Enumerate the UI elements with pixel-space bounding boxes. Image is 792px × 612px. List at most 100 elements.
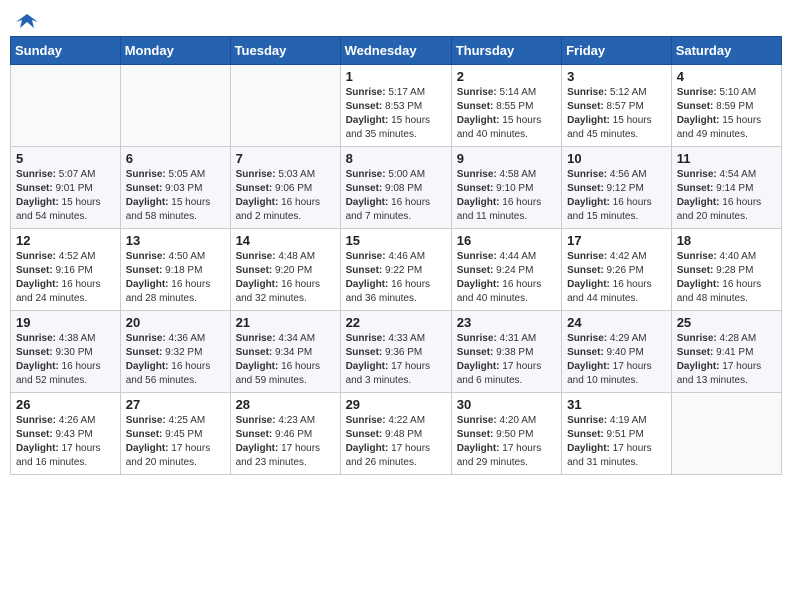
day-cell-11: 11 Sunrise: 4:54 AMSunset: 9:14 PMDayligh… xyxy=(671,147,781,229)
day-info: Sunrise: 4:20 AMSunset: 9:50 PMDaylight:… xyxy=(457,414,556,470)
day-info: Sunrise: 4:46 AMSunset: 9:22 PMDaylight:… xyxy=(346,250,446,306)
day-number: 4 xyxy=(677,69,776,84)
day-cell-31: 31Sunrise: 4:19 AMSunset: 9:51 PMDayligh… xyxy=(562,393,672,475)
day-cell-5: 5 Sunrise: 5:07 AMSunset: 9:01 PMDaylight… xyxy=(11,147,121,229)
day-cell-6: 6Sunrise: 5:05 AMSunset: 9:03 PMDaylight… xyxy=(120,147,230,229)
day-cell-25: 25 Sunrise: 4:28 AMSunset: 9:41 PMDayligh… xyxy=(671,311,781,393)
day-number: 31 xyxy=(567,397,666,412)
day-info: Sunrise: 4:33 AMSunset: 9:36 PMDaylight:… xyxy=(346,332,446,388)
day-cell-23: 23 Sunrise: 4:31 AMSunset: 9:38 PMDayligh… xyxy=(451,311,561,393)
day-number: 28 xyxy=(236,397,335,412)
weekday-header-tuesday: Tuesday xyxy=(230,37,340,65)
day-cell-8: 8 Sunrise: 5:00 AMSunset: 9:08 PMDaylight… xyxy=(340,147,451,229)
day-cell-22: 22Sunrise: 4:33 AMSunset: 9:36 PMDayligh… xyxy=(340,311,451,393)
day-cell-19: 19 Sunrise: 4:38 AMSunset: 9:30 PMDayligh… xyxy=(11,311,121,393)
day-info: Sunrise: 4:23 AMSunset: 9:46 PMDaylight:… xyxy=(236,414,335,470)
day-info: Sunrise: 4:29 AMSunset: 9:40 PMDaylight:… xyxy=(567,332,666,388)
empty-cell xyxy=(11,65,121,147)
logo-bird-icon xyxy=(16,10,38,32)
day-cell-13: 13 Sunrise: 4:50 AMSunset: 9:18 PMDayligh… xyxy=(120,229,230,311)
day-info: Sunrise: 4:26 AMSunset: 9:43 PMDaylight:… xyxy=(16,414,115,470)
weekday-header-sunday: Sunday xyxy=(11,37,121,65)
day-cell-2: 2 Sunrise: 5:14 AMSunset: 8:55 PMDaylight… xyxy=(451,65,561,147)
day-info: Sunrise: 4:50 AMSunset: 9:18 PMDaylight:… xyxy=(126,250,225,306)
day-info: Sunrise: 4:54 AMSunset: 9:14 PMDaylight:… xyxy=(677,168,776,224)
day-number: 2 xyxy=(457,69,556,84)
day-cell-21: 21 Sunrise: 4:34 AMSunset: 9:34 PMDayligh… xyxy=(230,311,340,393)
day-number: 3 xyxy=(567,69,666,84)
day-info: Sunrise: 4:44 AMSunset: 9:24 PMDaylight:… xyxy=(457,250,556,306)
weekday-header-thursday: Thursday xyxy=(451,37,561,65)
day-info: Sunrise: 5:07 AMSunset: 9:01 PMDaylight:… xyxy=(16,168,115,224)
day-number: 20 xyxy=(126,315,225,330)
day-info: Sunrise: 5:10 AMSunset: 8:59 PMDaylight:… xyxy=(677,86,776,142)
weekday-header-saturday: Saturday xyxy=(671,37,781,65)
day-number: 26 xyxy=(16,397,115,412)
week-row-1: 1 Sunrise: 5:17 AMSunset: 8:53 PMDaylight… xyxy=(11,65,782,147)
day-cell-20: 20 Sunrise: 4:36 AMSunset: 9:32 PMDayligh… xyxy=(120,311,230,393)
day-cell-17: 17 Sunrise: 4:42 AMSunset: 9:26 PMDayligh… xyxy=(562,229,672,311)
empty-cell xyxy=(671,393,781,475)
day-cell-9: 9 Sunrise: 4:58 AMSunset: 9:10 PMDaylight… xyxy=(451,147,561,229)
day-number: 18 xyxy=(677,233,776,248)
day-cell-10: 10 Sunrise: 4:56 AMSunset: 9:12 PMDayligh… xyxy=(562,147,672,229)
weekday-header-monday: Monday xyxy=(120,37,230,65)
day-number: 17 xyxy=(567,233,666,248)
day-cell-26: 26 Sunrise: 4:26 AMSunset: 9:43 PMDayligh… xyxy=(11,393,121,475)
day-number: 15 xyxy=(346,233,446,248)
day-number: 25 xyxy=(677,315,776,330)
day-info: Sunrise: 5:00 AMSunset: 9:08 PMDaylight:… xyxy=(346,168,446,224)
day-info: Sunrise: 4:28 AMSunset: 9:41 PMDaylight:… xyxy=(677,332,776,388)
day-number: 13 xyxy=(126,233,225,248)
day-cell-16: 16Sunrise: 4:44 AMSunset: 9:24 PMDayligh… xyxy=(451,229,561,311)
day-number: 23 xyxy=(457,315,556,330)
empty-cell xyxy=(230,65,340,147)
day-number: 29 xyxy=(346,397,446,412)
day-cell-15: 15 Sunrise: 4:46 AMSunset: 9:22 PMDayligh… xyxy=(340,229,451,311)
day-info: Sunrise: 4:58 AMSunset: 9:10 PMDaylight:… xyxy=(457,168,556,224)
day-cell-18: 18 Sunrise: 4:40 AMSunset: 9:28 PMDayligh… xyxy=(671,229,781,311)
day-number: 14 xyxy=(236,233,335,248)
day-number: 7 xyxy=(236,151,335,166)
day-number: 27 xyxy=(126,397,225,412)
day-number: 5 xyxy=(16,151,115,166)
day-info: Sunrise: 5:14 AMSunset: 8:55 PMDaylight:… xyxy=(457,86,556,142)
day-number: 11 xyxy=(677,151,776,166)
weekday-header-wednesday: Wednesday xyxy=(340,37,451,65)
calendar-table: SundayMondayTuesdayWednesdayThursdayFrid… xyxy=(10,36,782,475)
day-info: Sunrise: 5:12 AMSunset: 8:57 PMDaylight:… xyxy=(567,86,666,142)
week-row-3: 12Sunrise: 4:52 AMSunset: 9:16 PMDayligh… xyxy=(11,229,782,311)
day-number: 21 xyxy=(236,315,335,330)
day-info: Sunrise: 4:31 AMSunset: 9:38 PMDaylight:… xyxy=(457,332,556,388)
week-row-5: 26 Sunrise: 4:26 AMSunset: 9:43 PMDayligh… xyxy=(11,393,782,475)
day-number: 30 xyxy=(457,397,556,412)
day-number: 10 xyxy=(567,151,666,166)
week-row-2: 5 Sunrise: 5:07 AMSunset: 9:01 PMDaylight… xyxy=(11,147,782,229)
day-cell-27: 27Sunrise: 4:25 AMSunset: 9:45 PMDayligh… xyxy=(120,393,230,475)
day-cell-4: 4 Sunrise: 5:10 AMSunset: 8:59 PMDaylight… xyxy=(671,65,781,147)
day-cell-3: 3 Sunrise: 5:12 AMSunset: 8:57 PMDaylight… xyxy=(562,65,672,147)
day-number: 9 xyxy=(457,151,556,166)
weekday-header-friday: Friday xyxy=(562,37,672,65)
day-info: Sunrise: 4:48 AMSunset: 9:20 PMDaylight:… xyxy=(236,250,335,306)
day-number: 19 xyxy=(16,315,115,330)
day-info: Sunrise: 5:17 AMSunset: 8:53 PMDaylight:… xyxy=(346,86,446,142)
day-info: Sunrise: 4:34 AMSunset: 9:34 PMDaylight:… xyxy=(236,332,335,388)
day-cell-24: 24 Sunrise: 4:29 AMSunset: 9:40 PMDayligh… xyxy=(562,311,672,393)
day-info: Sunrise: 4:22 AMSunset: 9:48 PMDaylight:… xyxy=(346,414,446,470)
day-cell-14: 14 Sunrise: 4:48 AMSunset: 9:20 PMDayligh… xyxy=(230,229,340,311)
empty-cell xyxy=(120,65,230,147)
day-info: Sunrise: 4:36 AMSunset: 9:32 PMDaylight:… xyxy=(126,332,225,388)
day-info: Sunrise: 5:03 AMSunset: 9:06 PMDaylight:… xyxy=(236,168,335,224)
day-number: 24 xyxy=(567,315,666,330)
weekday-header-row: SundayMondayTuesdayWednesdayThursdayFrid… xyxy=(11,37,782,65)
day-cell-1: 1 Sunrise: 5:17 AMSunset: 8:53 PMDaylight… xyxy=(340,65,451,147)
day-info: Sunrise: 4:42 AMSunset: 9:26 PMDaylight:… xyxy=(567,250,666,306)
day-info: Sunrise: 4:38 AMSunset: 9:30 PMDaylight:… xyxy=(16,332,115,388)
day-number: 8 xyxy=(346,151,446,166)
day-info: Sunrise: 4:56 AMSunset: 9:12 PMDaylight:… xyxy=(567,168,666,224)
day-cell-7: 7 Sunrise: 5:03 AMSunset: 9:06 PMDaylight… xyxy=(230,147,340,229)
day-number: 1 xyxy=(346,69,446,84)
day-info: Sunrise: 4:40 AMSunset: 9:28 PMDaylight:… xyxy=(677,250,776,306)
page-header xyxy=(10,10,782,28)
